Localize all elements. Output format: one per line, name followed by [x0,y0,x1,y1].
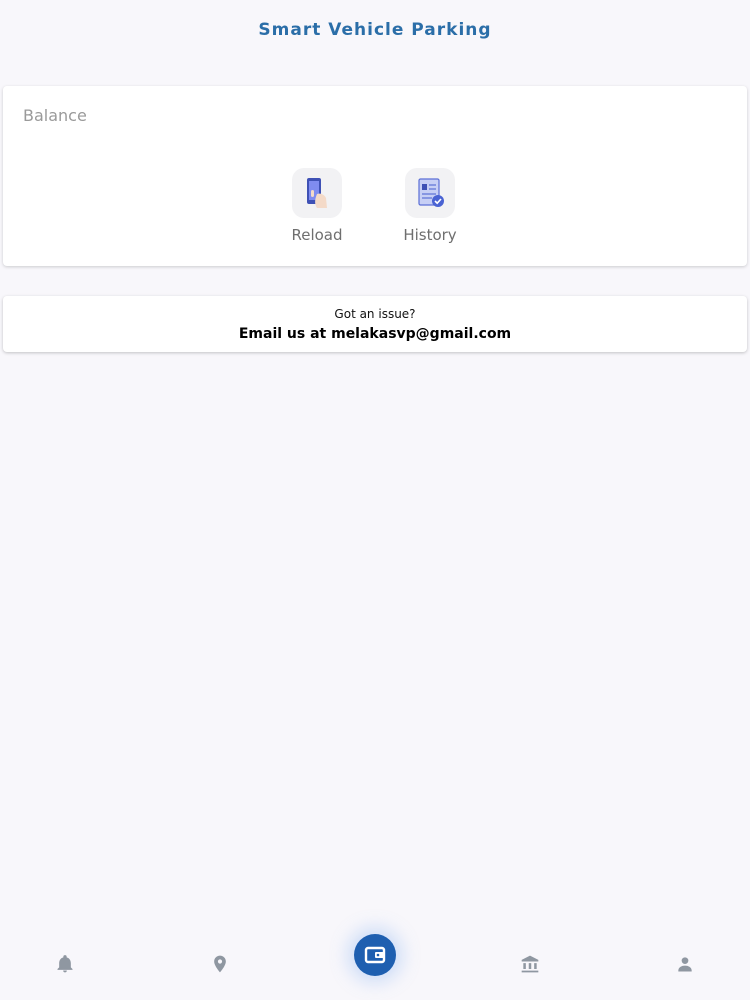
bottom-nav [0,934,750,1000]
support-email-link[interactable]: Email us at melakasvp@gmail.com [3,326,747,342]
nav-bank-button[interactable] [510,944,550,984]
support-question: Got an issue? [334,307,416,321]
document-check-icon [405,168,455,218]
history-button[interactable]: History [385,168,475,244]
nav-location-button[interactable] [200,944,240,984]
reload-button[interactable]: Reload [272,168,362,244]
balance-label: Balance [23,106,87,125]
history-label: History [403,226,457,244]
location-pin-icon [214,955,226,973]
person-icon [678,957,692,972]
bank-icon [521,955,539,973]
reload-label: Reload [291,226,343,244]
balance-card: Balance Reload History [3,86,747,266]
phone-reload-icon [292,168,342,218]
page-title: Smart Vehicle Parking [258,20,492,40]
nav-profile-button[interactable] [665,944,705,984]
bell-icon [57,955,73,973]
nav-notifications-button[interactable] [45,944,85,984]
nav-wallet-button[interactable] [354,934,396,976]
wallet-icon [364,946,386,964]
support-card: Got an issue? Email us at melakasvp@gmai… [3,296,747,352]
